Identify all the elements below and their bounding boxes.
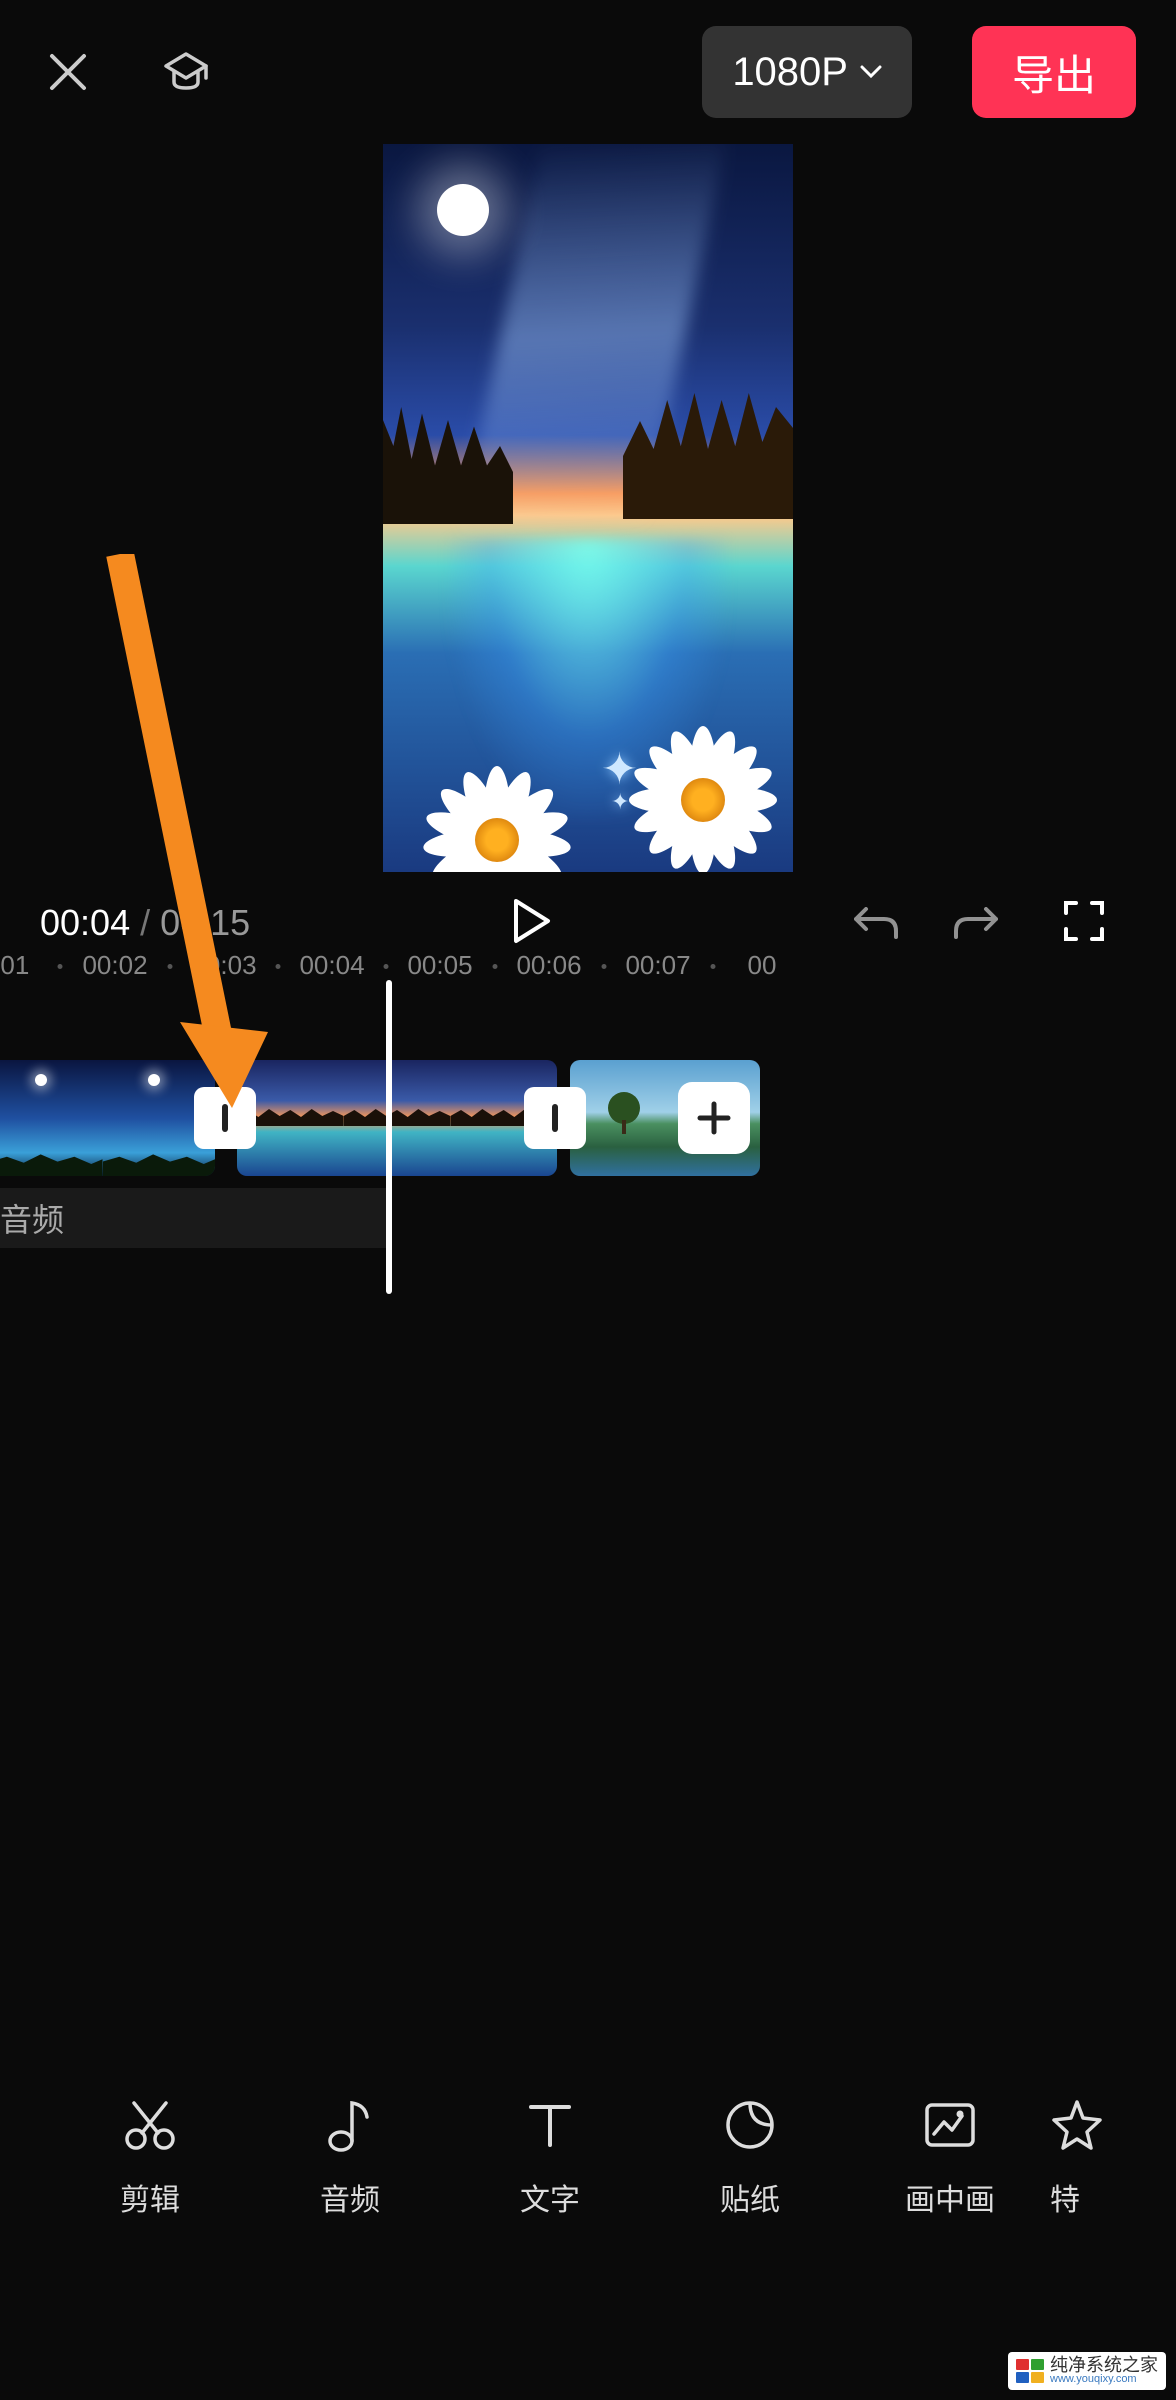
music-note-icon [325, 2095, 375, 2155]
ruler-dot [493, 964, 498, 969]
fullscreen-button[interactable] [1062, 899, 1110, 948]
ruler-tick: 00:06 [516, 950, 581, 981]
tool-text[interactable]: 文字 [450, 2095, 650, 2265]
export-button[interactable]: 导出 [972, 26, 1136, 118]
redo-button[interactable] [952, 901, 1000, 946]
bottom-toolbar: 剪辑 音频 文字 贴纸 画中画 特 [0, 2095, 1176, 2265]
play-button[interactable] [510, 897, 566, 950]
ruler-tick: 00:02 [82, 950, 147, 981]
tool-audio[interactable]: 音频 [250, 2095, 450, 2265]
ruler-tick: 00:03 [191, 950, 256, 981]
chevron-down-icon [860, 65, 882, 79]
clip-1[interactable] [0, 1060, 215, 1176]
ruler-tick: 0:01 [0, 950, 29, 981]
tutorial-icon[interactable] [156, 42, 216, 102]
close-button[interactable] [40, 44, 96, 100]
preview-area[interactable]: ✦ ✦ [0, 144, 1176, 872]
undo-button[interactable] [852, 901, 900, 946]
export-label: 导出 [1012, 42, 1096, 103]
current-time: 00:04 [40, 902, 130, 944]
transition-button-2[interactable] [524, 1087, 586, 1149]
tool-effect[interactable]: 特 [1050, 2095, 1130, 2265]
ruler-tick: 00:07 [625, 950, 690, 981]
ruler-dot [168, 964, 173, 969]
ruler-tick: 00:04 [299, 950, 364, 981]
watermark-logo-icon [1016, 2359, 1044, 2383]
star-icon [1050, 2095, 1104, 2155]
resolution-button[interactable]: 1080P [702, 26, 912, 118]
transition-button-1[interactable] [194, 1087, 256, 1149]
ruler-tick: 00:05 [407, 950, 472, 981]
total-time: 00:15 [160, 902, 250, 944]
tool-edit[interactable]: 剪辑 [50, 2095, 250, 2265]
sticker-icon [723, 2095, 777, 2155]
audio-track[interactable]: 音频 [0, 1188, 386, 1248]
ruler-dot [384, 964, 389, 969]
tool-pip[interactable]: 画中画 [850, 2095, 1050, 2265]
preview-canvas: ✦ ✦ [383, 144, 793, 872]
clip-2[interactable] [237, 1060, 557, 1176]
timeline[interactable] [0, 1060, 1176, 1176]
ruler-dot [602, 964, 607, 969]
pip-icon [922, 2095, 978, 2155]
ruler-dot [711, 964, 716, 969]
transition-icon [546, 1100, 564, 1136]
time-ruler[interactable]: 0:01 00:02 00:03 00:04 00:05 00:06 00:07 00 [0, 950, 1176, 990]
ruler-tick: 00 [748, 950, 777, 981]
resolution-label: 1080P [732, 50, 848, 95]
ruler-dot [276, 964, 281, 969]
transition-icon [216, 1100, 234, 1136]
plus-icon [694, 1098, 734, 1138]
text-icon [525, 2095, 575, 2155]
playhead[interactable] [386, 980, 392, 1294]
time-separator: / [140, 902, 150, 944]
tool-sticker[interactable]: 贴纸 [650, 2095, 850, 2265]
ruler-dot [58, 964, 63, 969]
scissors-icon [122, 2095, 178, 2155]
watermark: 纯净系统之家 www.youqixy.com [1008, 2352, 1166, 2390]
add-clip-button[interactable] [678, 1082, 750, 1154]
audio-track-label: 音频 [0, 1195, 64, 1241]
